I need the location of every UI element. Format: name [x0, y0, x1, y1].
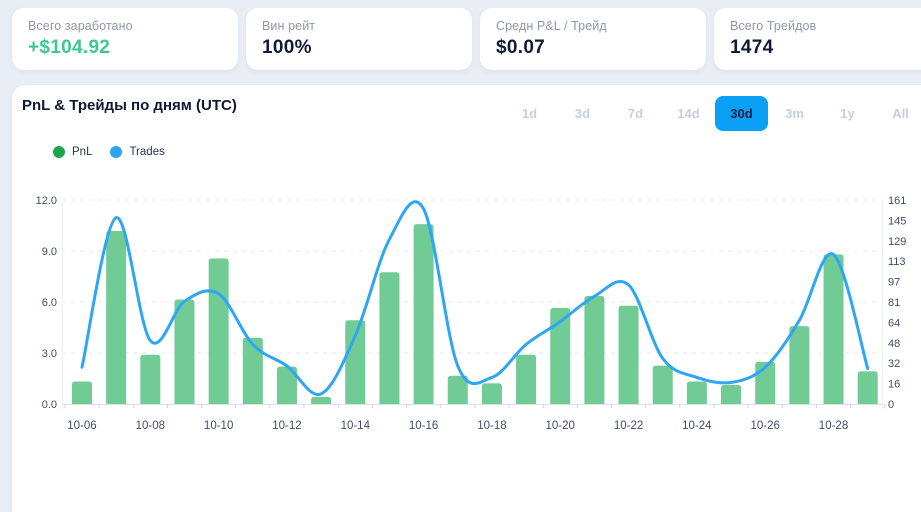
range-button-1y[interactable]: 1y	[821, 96, 874, 131]
range-button-1d[interactable]: 1d	[503, 96, 556, 131]
stat-label: Вин рейт	[262, 19, 316, 33]
pnl-dot-icon	[53, 146, 65, 158]
legend-label: PnL	[72, 146, 93, 158]
stat-value: 100%	[262, 37, 312, 58]
chart-legend: PnL Trades	[53, 146, 165, 158]
stat-label: Всего заработано	[28, 19, 133, 33]
stat-value: $0.07	[496, 37, 546, 58]
trading-dashboard: Всего заработано +$104.92 Вин рейт 100% …	[0, 0, 921, 512]
range-button-3d[interactable]: 3d	[556, 96, 609, 131]
stat-label: Средн P&L / Трейд	[496, 19, 607, 33]
legend-item-trades[interactable]: Trades	[110, 146, 165, 158]
stat-card-win-rate: Вин рейт 100%	[246, 8, 472, 70]
range-button-all[interactable]: All	[874, 96, 921, 131]
stat-card-total-trades: Всего Трейдов 1474	[714, 8, 921, 70]
pnl-chart-card: PnL & Трейды по дням (UTC) 1d 3d 7d 14d …	[12, 85, 921, 512]
legend-label: Trades	[129, 146, 165, 158]
stat-label: Всего Трейдов	[730, 19, 817, 33]
trades-dot-icon	[110, 146, 123, 158]
range-selector: 1d 3d 7d 14d 30d 3m 1y All	[503, 96, 921, 131]
range-button-14d[interactable]: 14d	[662, 96, 715, 131]
stat-value: 1474	[730, 37, 774, 58]
stat-card-total-earned: Всего заработано +$104.92	[12, 8, 238, 70]
range-button-30d[interactable]: 30d	[715, 96, 768, 131]
range-button-7d[interactable]: 7d	[609, 96, 662, 131]
stat-card-avg-pnl: Средн P&L / Трейд $0.07	[480, 8, 706, 70]
legend-item-pnl[interactable]: PnL	[53, 146, 92, 158]
chart-title: PnL & Трейды по дням (UTC)	[22, 97, 237, 114]
stat-value: +$104.92	[28, 37, 111, 58]
stats-row: Всего заработано +$104.92 Вин рейт 100% …	[12, 8, 921, 70]
range-button-3m[interactable]: 3m	[768, 96, 821, 131]
